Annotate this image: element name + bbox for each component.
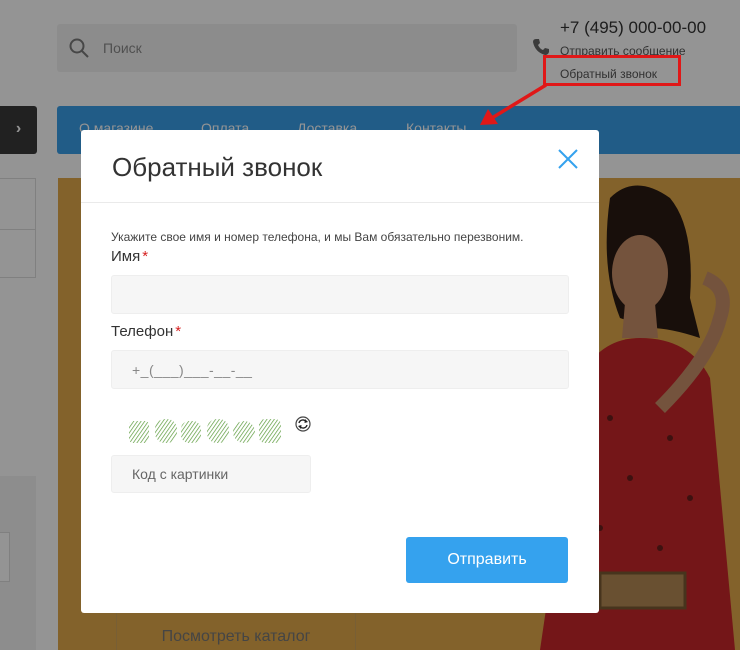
phone-input[interactable] (111, 350, 569, 389)
name-label: Имя * (111, 248, 149, 265)
modal-header: Обратный звонок (81, 130, 599, 203)
phone-label: Телефон * (111, 323, 182, 340)
name-input[interactable] (111, 275, 569, 314)
captcha-image (123, 415, 293, 449)
captcha-input[interactable] (111, 455, 311, 493)
submit-button[interactable]: Отправить (406, 537, 568, 583)
required-mark: * (142, 248, 149, 265)
captcha-refresh-icon[interactable] (295, 416, 311, 432)
modal-intro-text: Укажите свое имя и номер телефона, и мы … (111, 230, 524, 244)
callback-highlight-annotation (543, 55, 681, 86)
callback-modal: Обратный звонок Укажите свое имя и номер… (81, 130, 599, 613)
annotation-arrow (480, 83, 547, 125)
close-icon[interactable] (557, 148, 579, 170)
required-mark: * (175, 323, 182, 340)
modal-title: Обратный звонок (112, 152, 323, 182)
